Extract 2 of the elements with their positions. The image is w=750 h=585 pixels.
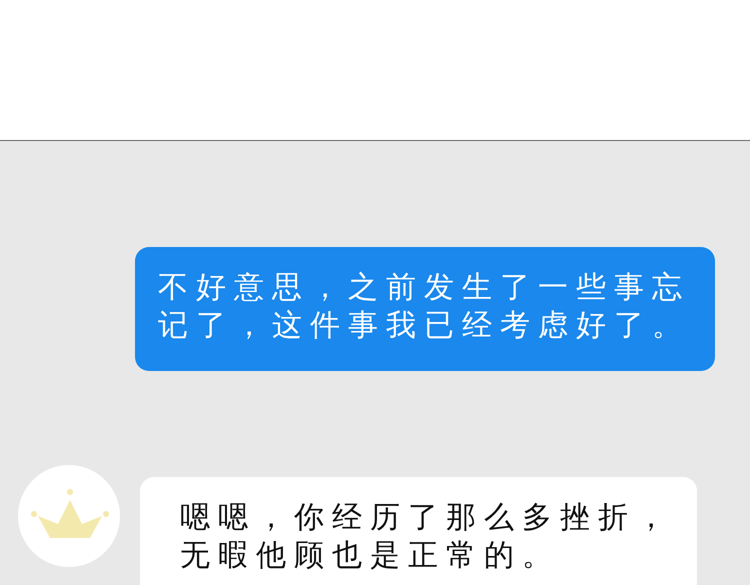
message-text: 不好意思，之前发生了一些事忘记了，这件事我已经考虑好了。 [158,269,691,345]
message-text: 嗯嗯，你经历了那么多挫折，无暇他顾也是正常的。 [180,499,675,575]
